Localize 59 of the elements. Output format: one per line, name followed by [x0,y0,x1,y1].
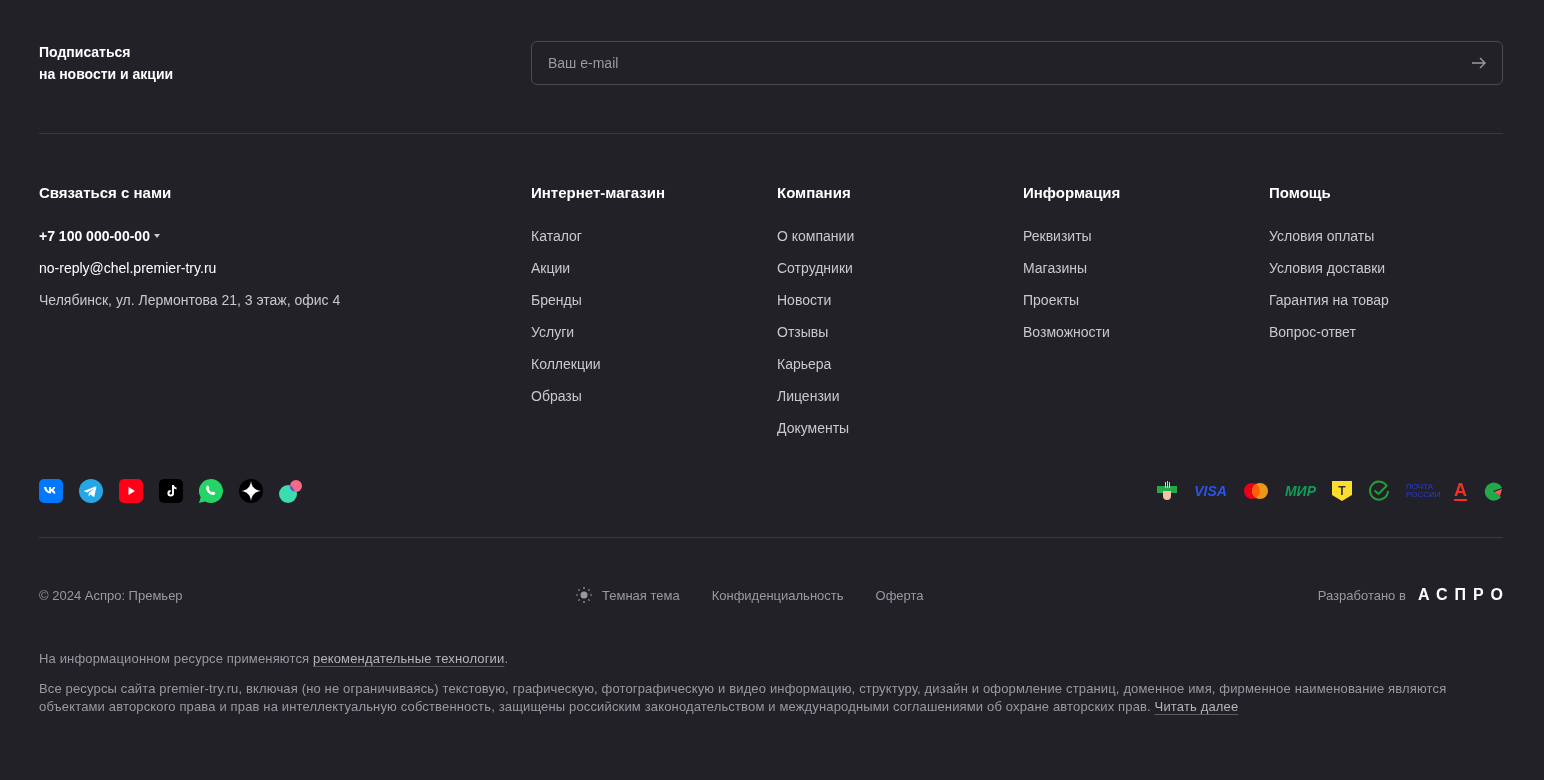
note-icon[interactable] [159,479,183,503]
footer-link[interactable]: Оферта [875,587,924,603]
footer-link[interactable]: Условия доставки [1269,259,1386,277]
footer-link[interactable]: Гарантия на товар [1269,291,1389,309]
footer-link[interactable]: Коллекции [531,355,601,373]
column-heading: Интернет-магазин [531,184,666,201]
footer-link[interactable]: Документы [777,419,850,437]
column-heading: Помощь [1269,184,1332,201]
footer-link[interactable]: Конфиденциальность [711,587,844,603]
post-logo: ПОЧТА РОССИИ [1406,483,1438,499]
developer-logo[interactable]: АСПРО [1417,586,1510,604]
footer-link[interactable]: Проекты [1023,291,1080,309]
email-link[interactable]: no-reply@chel.premier-try.ru [39,259,217,277]
developed-by-text: Разработано в [1317,587,1406,603]
address-text: Челябинск, ул. Лермонтова 21, 3 этаж, офис 4 [39,291,342,309]
footer-link[interactable]: Возможности [1023,323,1110,341]
column-heading: Информация [1023,184,1122,201]
footer-link[interactable]: Акции [531,259,571,277]
sparkle-icon[interactable] [239,479,263,503]
shield-logo: Т [1332,481,1352,501]
email-field[interactable]: Ваш e-mail [531,41,1503,85]
sun-icon[interactable] [576,587,592,603]
footer-link[interactable]: Бренды [531,291,582,309]
melon-logo [1483,481,1503,501]
footer-link[interactable]: Сотрудники [777,259,853,277]
mir-logo: МИР [1284,483,1316,499]
check-circle-logo [1368,480,1390,502]
footer-link[interactable]: О компании [777,227,855,245]
footer-link[interactable]: Реквизиты [1023,227,1092,245]
caret-icon[interactable] [153,234,160,238]
play-icon[interactable] [119,479,143,503]
footer-link[interactable]: Каталог [531,227,582,245]
legal-text: Все ресурсы сайта premier-try.ru, включая (но не ограничиваясь) текстовую, графическую, фотографическую и видео информацию, структуру, дизайн и оформление страниц, доменное имя, фирменное наименование являются объектами авторского права и прав на интеллектуальную собственность, защищены российским законодательством и международными соглашениями об охране авторских прав. Читать далее [39,680,1448,716]
footer-link[interactable]: Карьера [777,355,832,373]
circles-icon[interactable] [279,479,303,503]
overlapping-circles-logo [1242,482,1269,500]
column-heading: Компания [777,184,852,201]
theme-toggle[interactable]: Темная тема [576,587,680,603]
footer-link[interactable]: Отзывы [777,323,829,341]
alfa-logo: А [1454,481,1467,501]
column-heading: Связаться с нами [39,184,173,201]
subscribe-title: Подписаться на новости и акции [39,43,175,84]
footer-link[interactable]: Услуги [531,323,575,341]
telegram-icon[interactable] [79,479,103,503]
phone-bubble-icon[interactable] [199,479,223,503]
footer-link[interactable]: Вопрос-ответ [1269,323,1356,341]
footer-link[interactable]: Магазины [1023,259,1088,277]
notice-text: На информационном ресурсе применяются рекомендательные технологии. [39,650,510,668]
footer-link[interactable]: Условия оплаты [1269,227,1375,245]
phone-link[interactable]: +7 100 000-00-00 [39,227,160,245]
arrow-right-icon[interactable] [1471,56,1487,70]
hand-card-icon [1156,479,1179,503]
footer-link[interactable]: Лицензии [777,387,840,405]
visa-logo: VISA [1194,483,1227,499]
vk-icon[interactable] [39,479,63,503]
footer-link[interactable]: Образы [531,387,582,405]
copyright-text: © 2024 Аспро: Премьер [39,587,184,603]
footer-link[interactable]: Новости [777,291,832,309]
read-more-link[interactable]: Читать далее [1154,699,1239,714]
